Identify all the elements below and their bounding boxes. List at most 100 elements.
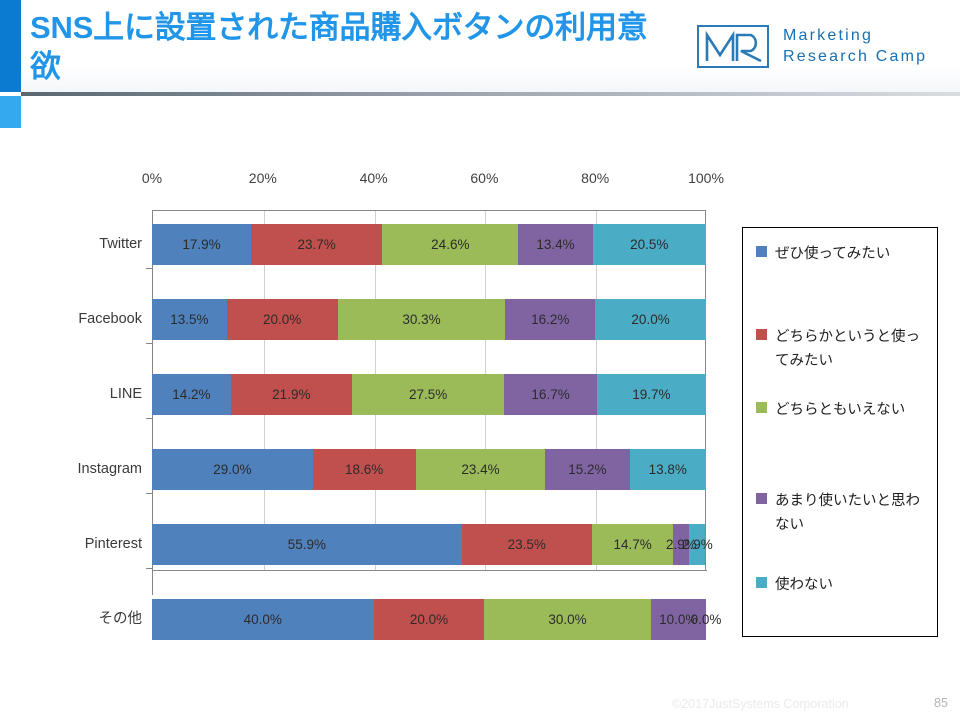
x-axis-tick-label: 0% [141,170,163,186]
bar-segment-label: 14.2% [172,387,211,402]
bar-segment-label: 30.3% [402,312,441,327]
bar-segment: 30.3% [337,299,506,340]
y-axis-tick [146,568,153,569]
bar-segment: 24.6% [382,224,519,265]
bar-segment: 16.7% [504,374,597,415]
bar-segment: 40.0% [152,599,374,640]
bar-segment: 17.9% [152,224,252,265]
bar-segment: 55.9% [152,524,462,565]
legend-item-label: あまり使いたいと思わない [775,493,920,533]
bar-segment: 29.0% [152,449,313,490]
page-title: SNS上に設置された商品購入ボタンの利用意欲 [30,10,648,84]
chart-bar-row: Pinterest 55.9% 23.5% 14.7% 2.9% 2.9% [85,524,713,565]
header-divider-rule [21,92,960,96]
bar-segment-label: 23.7% [297,237,336,252]
bar-segment: 13.8% [629,449,706,490]
bar-segment-label: 20.0% [409,612,449,627]
brand-logo-line1: Marketing [783,27,874,44]
brand-logo-text: Marketing Research Camp [783,25,927,67]
bar-segment-label: 13.5% [170,312,209,327]
y-axis-category-label: Twitter [99,236,142,252]
y-axis-category-label: LINE [109,386,142,402]
bar-segment-label: 24.6% [431,237,470,252]
y-axis-tick [146,343,153,344]
bar-segment: 21.9% [230,374,352,415]
y-axis-category-label: Pinterest [84,536,142,552]
bar-segment: 23.4% [415,449,546,490]
mr-monogram-icon [697,25,769,68]
y-axis-tick [146,418,153,419]
bar-segment: 20.0% [595,299,706,340]
y-axis-category-label: Instagram [77,461,142,477]
bar-segment-label: 27.5% [409,387,448,402]
legend-color-swatch [756,577,767,588]
legend-color-swatch [756,402,767,413]
bar-segment-label: 20.0% [631,312,670,327]
brand-logo-line2: Research Camp [783,48,928,65]
bar-segment-label: 21.9% [272,387,311,402]
chart-bar-row: Twitter 17.9% 23.7% 24.6% 13.4% 20.5% [99,224,706,265]
legend-item-label: 使わない [775,577,833,593]
legend-item[interactable]: どちらともいえない [756,398,930,422]
chart-bars: Twitter 17.9% 23.7% 24.6% 13.4% 20.5% Facebook… [78,210,721,640]
legend-item[interactable]: あまり使いたいと思わない [756,489,930,537]
legend-item-label: ぜひ使ってみたい [775,246,891,262]
legend-color-swatch [756,246,767,257]
bar-segment: 20.5% [592,224,706,265]
page-number: 85 [934,696,948,710]
bar-segment: 23.7% [251,224,383,265]
bar-segment: 15.2% [545,449,630,490]
bar-segment: 19.7% [596,374,706,415]
chart-bar-row: LINE 14.2% 21.9% 27.5% 16.7% 19.7% [110,374,706,415]
bar-segment: 20.0% [373,599,485,640]
bar-segment-label: 13.8% [648,462,687,477]
bar-segment-label: 20.5% [630,237,669,252]
x-axis-tick-label: 40% [359,170,388,186]
y-axis-category-label: その他 [98,611,143,627]
bar-segment: 14.7% [591,524,674,565]
copyright-notice: ©2017JustSystems Corporation [672,697,849,711]
x-axis-tick-labels: 0% 20% 40% 60% 80% 100% [0,170,960,192]
y-axis-tick [146,493,153,494]
bar-segment-label: 30.0% [548,612,587,627]
y-axis-category-label: Facebook [78,311,142,327]
bar-segment-label: 17.9% [182,237,221,252]
bar-segment-label: 16.7% [531,387,570,402]
legend-item[interactable]: 使わない [756,573,930,597]
bar-segment-label: 20.0% [263,312,302,327]
bar-segment: 13.5% [152,299,227,340]
chart-bar-row: Facebook 13.5% 20.0% 30.3% 16.2% 20.0% [78,299,706,340]
header-accent-bar-light [0,96,21,128]
legend-item[interactable]: ぜひ使ってみたい [756,242,930,266]
bar-segment-label: 13.4% [536,237,575,252]
bar-segment-label: 14.7% [613,537,652,552]
bar-segment: 23.5% [461,524,592,565]
chart-bar-row: Instagram 29.0% 18.6% 23.4% 15.2% 13.8% [78,449,706,490]
bar-segment-label: 23.4% [461,462,500,477]
bar-segment-label: 40.0% [243,612,282,627]
legend-color-swatch [756,493,767,504]
bar-segment-label: 19.7% [632,387,671,402]
brand-logo: Marketing Research Camp [697,22,949,70]
bar-segment: 16.2% [505,299,596,340]
x-axis-tick-label: 20% [248,170,277,186]
bar-segment-label: 29.0% [213,462,252,477]
bar-segment: 13.4% [518,224,593,265]
bar-segment-label: 23.5% [507,537,546,552]
bar-segment-label: 16.2% [531,312,570,327]
bar-segment-label: 15.2% [568,462,607,477]
legend-item-label: どちらかというと使ってみたい [775,329,920,369]
chart-legend: ぜひ使ってみたいどちらかというと使ってみたいどちらともいえないあまり使いたいと思… [742,227,938,637]
bar-segment-label: 55.9% [287,537,326,552]
y-axis-tick [146,268,153,269]
x-axis-tick-label: 100% [688,170,724,186]
x-axis-tick-label: 80% [581,170,610,186]
header-accent-bar-dark [0,0,21,92]
x-axis-tick-label: 60% [470,170,499,186]
bar-segment: 18.6% [312,449,416,490]
chart-bar-row: その他 40.0% 20.0% 30.0% 10.0% 0.0% [99,599,721,640]
bar-segment: 2.9% [682,524,713,565]
legend-item[interactable]: どちらかというと使ってみたい [756,325,930,373]
bar-segment: 20.0% [226,299,338,340]
bar-segment-label: 0.0% [690,612,722,627]
